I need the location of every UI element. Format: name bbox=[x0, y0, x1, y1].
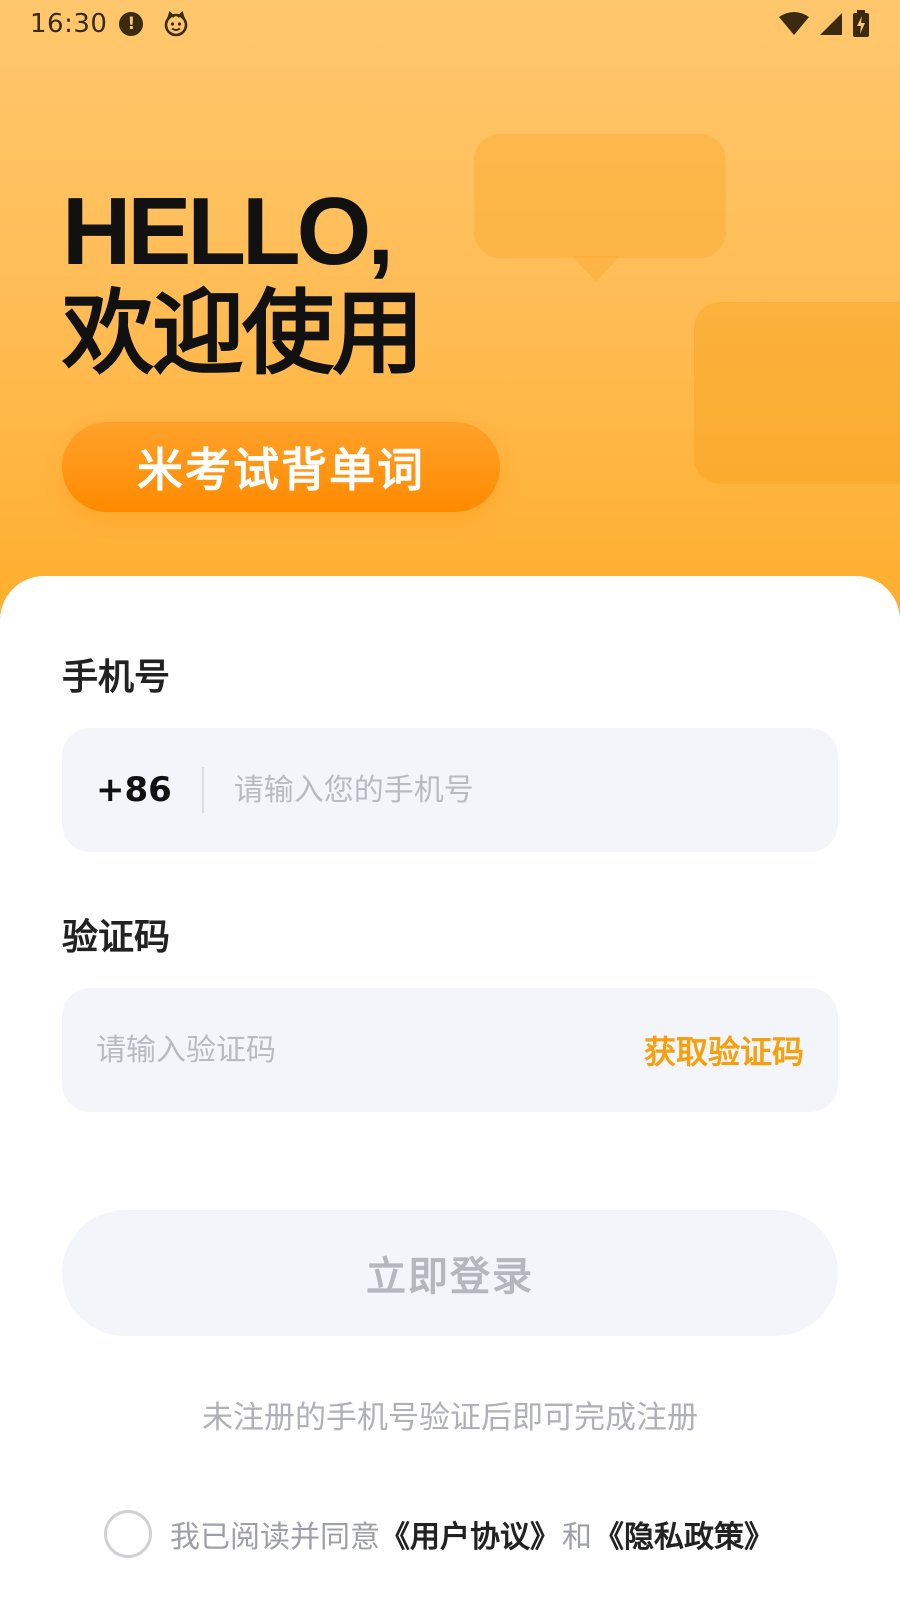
chat-bubble-decoration bbox=[474, 134, 726, 258]
app-name-badge: 米考试背单词 bbox=[62, 422, 500, 512]
alert-icon: ! bbox=[119, 12, 144, 36]
code-input-box[interactable]: 获取验证码 bbox=[62, 988, 838, 1112]
status-time: 16:30 bbox=[30, 9, 108, 39]
welcome-title: 欢迎使用 bbox=[62, 280, 424, 387]
verification-code-input[interactable] bbox=[96, 1032, 644, 1068]
country-code[interactable]: +86 bbox=[96, 770, 172, 810]
user-agreement-link[interactable]: 《用户协议》 bbox=[380, 1512, 560, 1556]
battery-charging-icon bbox=[853, 10, 869, 37]
app-name-label: 米考试背单词 bbox=[137, 443, 425, 497]
agreement-row: 我已阅读并同意 《用户协议》 和 《隐私政策》 bbox=[104, 1508, 774, 1560]
status-bar: 16:30 ! bbox=[0, 0, 900, 48]
code-label: 验证码 bbox=[62, 917, 171, 958]
wifi-icon bbox=[779, 12, 809, 35]
phone-input-box[interactable]: +86 bbox=[62, 728, 838, 852]
agreement-prefix: 我已阅读并同意 bbox=[170, 1520, 380, 1555]
login-button[interactable]: 立即登录 bbox=[62, 1210, 838, 1336]
chat-bubble-decoration-2 bbox=[694, 302, 900, 484]
cellular-signal-icon bbox=[820, 13, 842, 35]
agreement-checkbox[interactable] bbox=[104, 1510, 152, 1558]
agreement-and: 和 bbox=[562, 1520, 592, 1555]
header-banner: 16:30 ! HELLO, 欢迎使用 米考试背单词 bbox=[0, 0, 900, 640]
divider bbox=[201, 767, 204, 813]
get-code-button[interactable]: 获取验证码 bbox=[644, 1027, 804, 1073]
chat-bubble-tail-decoration bbox=[572, 256, 620, 282]
smiley-icon bbox=[165, 11, 188, 37]
phone-input[interactable] bbox=[233, 772, 838, 808]
phone-label: 手机号 bbox=[62, 657, 171, 698]
status-icons bbox=[778, 10, 870, 38]
register-hint: 未注册的手机号验证后即可完成注册 bbox=[202, 1400, 698, 1436]
greeting-title: HELLO, bbox=[62, 178, 394, 285]
privacy-policy-link[interactable]: 《隐私政策》 bbox=[594, 1512, 774, 1556]
